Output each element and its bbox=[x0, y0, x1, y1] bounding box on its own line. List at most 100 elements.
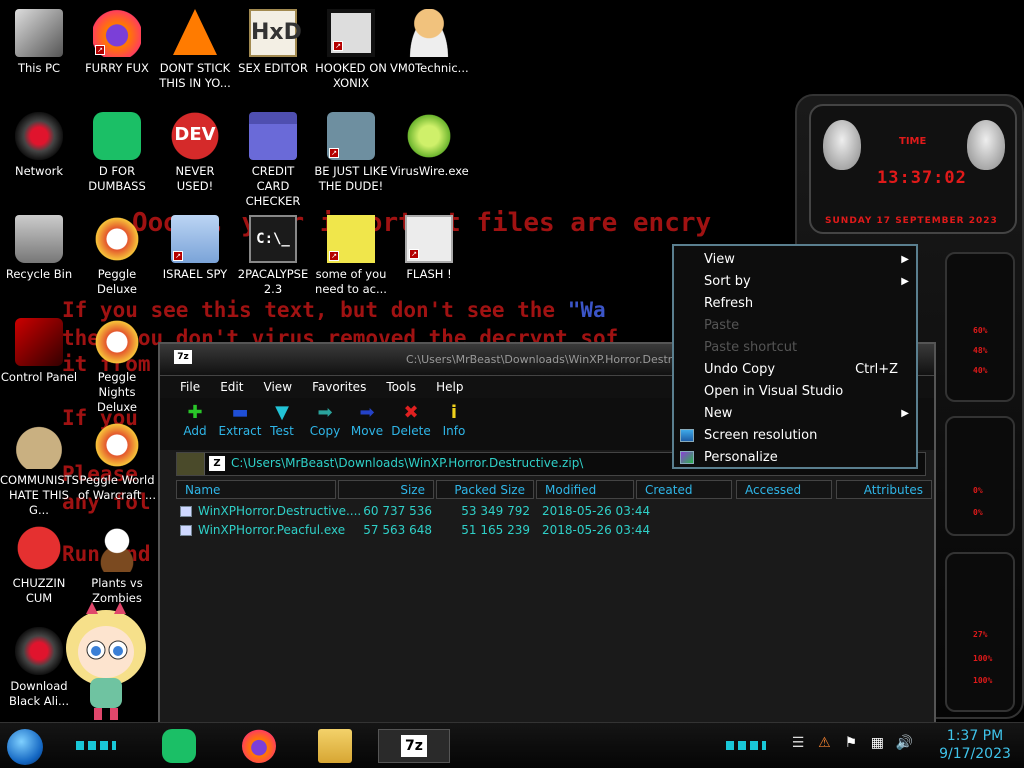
flag-icon[interactable]: ⚑ bbox=[843, 735, 859, 751]
hxd-icon: HxD bbox=[249, 9, 302, 57]
column-created[interactable]: Created bbox=[636, 480, 732, 499]
column-name[interactable]: Name bbox=[176, 480, 336, 499]
menu-item-personalize[interactable]: Personalize bbox=[674, 447, 916, 469]
desktop-icon-2pacalypse[interactable]: C:\_ 2PACALYPSE 2.3 bbox=[234, 212, 312, 312]
warning-icon[interactable]: ⚠ bbox=[816, 735, 832, 751]
copy-arrow-icon: ➡ bbox=[317, 402, 333, 423]
file-row[interactable]: WinXPHorror.Peacful.exe 57 563 648 51 16… bbox=[176, 521, 936, 540]
menu-item-sort-by[interactable]: Sort by ▶ bbox=[674, 271, 916, 293]
menu-item-screen-resolution[interactable]: Screen resolution bbox=[674, 425, 916, 447]
credit-card-icon bbox=[249, 112, 297, 160]
desktop-icon-israel-spy[interactable]: ↗ ISRAEL SPY bbox=[156, 212, 234, 312]
green-app-taskbar-icon[interactable] bbox=[162, 729, 196, 763]
file-row[interactable]: WinXPHorror.Destructive.... 60 737 536 5… bbox=[176, 502, 936, 521]
computer-icon bbox=[15, 9, 63, 57]
taskbar-date: 9/17/2023 bbox=[939, 746, 1011, 762]
address-path[interactable]: C:\Users\MrBeast\Downloads\WinXP.Horror.… bbox=[231, 456, 583, 470]
menu-item-undo-copy[interactable]: Undo Copy Ctrl+Z bbox=[674, 359, 916, 381]
column-modified[interactable]: Modified bbox=[536, 480, 634, 499]
menu-help[interactable]: Help bbox=[436, 376, 463, 398]
extract-button[interactable]: ▬ Extract bbox=[218, 402, 262, 438]
taskbar-clock[interactable]: 1:37 PM 9/17/2023 bbox=[930, 727, 1020, 763]
devcpp-icon: DEV bbox=[171, 112, 219, 160]
firefox-taskbar-icon[interactable] bbox=[242, 729, 276, 763]
submenu-arrow-icon: ▶ bbox=[901, 276, 909, 287]
desktop-icon-d-for-dumbass[interactable]: D FOR DUMBASS bbox=[78, 109, 156, 209]
hidden-icons-icon[interactable]: ☰ bbox=[790, 735, 806, 751]
lime-icon bbox=[405, 112, 453, 160]
menu-view[interactable]: View bbox=[264, 376, 292, 398]
desktop[interactable]: Ooops, your important files are encry If… bbox=[0, 0, 1024, 768]
desktop-icon-flash[interactable]: ↗ FLASH ! bbox=[390, 212, 468, 312]
column-attributes[interactable]: Attributes bbox=[836, 480, 932, 499]
chuzzle-icon bbox=[15, 524, 63, 572]
sevenzip-taskbar-button[interactable]: 7z bbox=[378, 729, 450, 763]
desktop-icon-this-pc[interactable]: This PC bbox=[0, 6, 78, 106]
desktop-icon-viruswire[interactable]: VirusWire.exe bbox=[390, 109, 469, 209]
menu-item-new[interactable]: New ▶ bbox=[674, 403, 916, 425]
column-packed-size[interactable]: Packed Size bbox=[436, 480, 534, 499]
menu-favorites[interactable]: Favorites bbox=[312, 376, 366, 398]
menu-item-open-in-visual-studio[interactable]: Open in Visual Studio bbox=[674, 381, 916, 403]
file-list-header: Name Size Packed Size Modified Created A… bbox=[176, 480, 936, 500]
folder-up-button[interactable] bbox=[177, 453, 205, 475]
desktop-icon-xonix[interactable]: ↗ HOOKED ON XONIX bbox=[312, 6, 390, 106]
elf-icon: ↗ bbox=[327, 112, 375, 160]
green-app-icon bbox=[93, 112, 141, 160]
system-tray: ☰ ⚠ ⚑ ▦ 🔊 bbox=[790, 735, 918, 751]
desktop-icon-some-of-you[interactable]: ↗ some of you need to ac... bbox=[312, 212, 390, 312]
info-button[interactable]: i Info bbox=[440, 402, 468, 438]
delete-button[interactable]: ✖ Delete bbox=[390, 402, 432, 438]
desktop-icon-network[interactable]: Network bbox=[0, 109, 78, 209]
alien-head-icon bbox=[823, 120, 861, 170]
move-button[interactable]: ➡ Move bbox=[350, 402, 384, 438]
info-icon: i bbox=[450, 402, 458, 423]
menu-file[interactable]: File bbox=[180, 376, 200, 398]
desktop-icon-never-used[interactable]: DEV NEVER USED! bbox=[156, 109, 234, 209]
file-explorer-taskbar-icon[interactable] bbox=[318, 729, 352, 763]
desktop-icon-recycle-bin[interactable]: Recycle Bin bbox=[0, 212, 78, 312]
menu-tools[interactable]: Tools bbox=[386, 376, 416, 398]
money-bag-icon bbox=[15, 421, 63, 469]
column-accessed[interactable]: Accessed bbox=[736, 480, 832, 499]
desktop-icon-peggle-nights[interactable]: Peggle Nights Deluxe bbox=[78, 315, 156, 415]
start-button[interactable] bbox=[7, 729, 43, 765]
cmd-icon: C:\_ bbox=[249, 215, 297, 263]
desktop-icon-be-just-like[interactable]: ↗ BE JUST LIKE THE DUDE! bbox=[312, 109, 390, 209]
gadget-pct: 27% bbox=[973, 630, 988, 639]
alien-head-icon bbox=[967, 120, 1005, 170]
peggle-icon bbox=[93, 318, 141, 366]
submenu-arrow-icon: ▶ bbox=[901, 254, 909, 265]
peggle-icon bbox=[93, 215, 141, 263]
test-button[interactable]: ▼ Test bbox=[266, 402, 298, 438]
gadget-meter-panel bbox=[945, 416, 1015, 536]
delete-x-icon: ✖ bbox=[403, 402, 419, 423]
add-button[interactable]: ✚ Add bbox=[180, 402, 210, 438]
desktop-icon-peggle-wow[interactable]: Peggle World of Warcraft ... bbox=[78, 418, 156, 518]
menu-item-refresh[interactable]: Refresh bbox=[674, 293, 916, 315]
cartoon-girl-sticker bbox=[56, 600, 156, 722]
xonix-icon: ↗ bbox=[327, 9, 375, 57]
menu-item-paste: Paste bbox=[704, 318, 740, 333]
column-size[interactable]: Size bbox=[338, 480, 434, 499]
control-panel-icon bbox=[15, 318, 63, 366]
copy-button[interactable]: ➡ Copy bbox=[308, 402, 342, 438]
exe-file-icon bbox=[180, 506, 192, 517]
display-icon bbox=[680, 429, 694, 442]
zip-archive-icon: Z bbox=[209, 456, 225, 471]
desktop-icon-vm0technic[interactable]: VM0Technic... bbox=[390, 6, 469, 106]
volume-icon[interactable]: 🔊 bbox=[896, 735, 913, 751]
network-icon[interactable]: ▦ bbox=[869, 735, 885, 751]
gadget-time-label: TIME bbox=[899, 136, 927, 147]
desktop-icon-furry-fux[interactable]: ↗ FURRY FUX bbox=[78, 6, 156, 106]
move-arrow-icon: ➡ bbox=[359, 402, 375, 423]
desktop-icon-vlc[interactable]: DONT STICK THIS IN YO... bbox=[156, 6, 234, 106]
desktop-icon-communists[interactable]: COMMUNISTS HATE THIS G... bbox=[0, 418, 79, 518]
desktop-icon-credit-card[interactable]: CREDIT CARD CHECKER bbox=[234, 109, 312, 209]
personalize-icon bbox=[680, 451, 694, 464]
desktop-icon-peggle-deluxe[interactable]: Peggle Deluxe bbox=[78, 212, 156, 312]
menu-item-view[interactable]: View ▶ bbox=[674, 249, 916, 271]
menu-edit[interactable]: Edit bbox=[220, 376, 243, 398]
desktop-icon-hxd[interactable]: HxD SEX EDITOR bbox=[234, 6, 312, 106]
desktop-icon-control-panel[interactable]: Control Panel bbox=[0, 315, 78, 415]
